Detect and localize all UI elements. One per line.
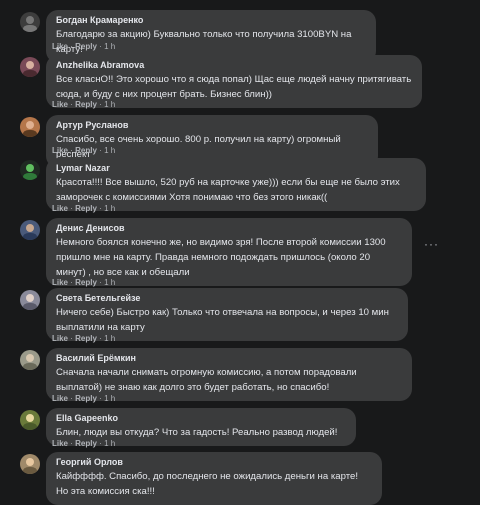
like-link[interactable]: Like bbox=[52, 439, 68, 448]
comment-author[interactable]: Lymar Nazar bbox=[56, 163, 416, 174]
comment-author[interactable]: Артур Русланов bbox=[56, 120, 368, 131]
like-link[interactable]: Like bbox=[52, 100, 68, 109]
comment-text: Сначала начали снимать огромную комиссию… bbox=[56, 367, 357, 393]
reply-link[interactable]: Reply bbox=[75, 278, 97, 287]
comment-time[interactable]: 1 h bbox=[104, 42, 115, 51]
like-link[interactable]: Like bbox=[52, 394, 68, 403]
comment-time[interactable]: 1 h bbox=[104, 146, 115, 155]
comment-time[interactable]: 1 h bbox=[104, 100, 115, 109]
comment-actions: Like · Reply · 1 h bbox=[52, 334, 116, 343]
comment-actions: Like · Reply · 1 h bbox=[52, 42, 116, 51]
comment-author[interactable]: Денис Денисов bbox=[56, 223, 402, 234]
reply-link[interactable]: Reply bbox=[75, 439, 97, 448]
like-link[interactable]: Like bbox=[52, 204, 68, 213]
like-link[interactable]: Like bbox=[52, 334, 68, 343]
comment-text: Кайфффф. Спасибо, до последнего не ожида… bbox=[56, 471, 358, 497]
comment-time[interactable]: 1 h bbox=[104, 394, 115, 403]
comment-author[interactable]: Василий Ерёмкин bbox=[56, 353, 402, 364]
comment-time[interactable]: 1 h bbox=[104, 334, 115, 343]
comment-actions: Like · Reply · 1 h bbox=[52, 146, 116, 155]
comment-bubble: Денис Денисов Немного боялся конечно же,… bbox=[46, 218, 412, 286]
comment-actions: Like · Reply · 1 h bbox=[52, 439, 116, 448]
comment-actions: Like · Reply · 1 h bbox=[52, 278, 116, 287]
reply-link[interactable]: Reply bbox=[75, 204, 97, 213]
reply-link[interactable]: Reply bbox=[75, 100, 97, 109]
reply-link[interactable]: Reply bbox=[75, 334, 97, 343]
comment-author[interactable]: Георгий Орлов bbox=[56, 457, 372, 468]
comment-text: Ничего себе) Быстро как) Только что отве… bbox=[56, 307, 389, 333]
comment-text: Все класнО!! Это хорошо что я сюда попал… bbox=[56, 74, 412, 100]
comment-author[interactable]: Богдан Крамаренко bbox=[56, 15, 366, 26]
avatar[interactable] bbox=[20, 220, 40, 240]
comment-actions: Like · Reply · 1 h bbox=[52, 394, 116, 403]
avatar[interactable] bbox=[20, 160, 40, 180]
more-options-icon[interactable]: ··· bbox=[424, 238, 439, 250]
avatar[interactable] bbox=[20, 454, 40, 474]
comment-bubble: Георгий Орлов Кайфффф. Спасибо, до после… bbox=[46, 452, 382, 505]
comment-time[interactable]: 1 h bbox=[104, 204, 115, 213]
comment-text: Блин, люди вы откуда? Что за гадость! Ре… bbox=[56, 427, 338, 438]
avatar[interactable] bbox=[20, 410, 40, 430]
reply-link[interactable]: Reply bbox=[75, 42, 97, 51]
comment-text: Красота!!!! Все вышло, 520 руб на карточ… bbox=[56, 177, 400, 203]
like-link[interactable]: Like bbox=[52, 146, 68, 155]
reply-link[interactable]: Reply bbox=[75, 146, 97, 155]
comment-author[interactable]: Света Бетельгейзе bbox=[56, 293, 398, 304]
comment-actions: Like · Reply · 1 h bbox=[52, 100, 116, 109]
avatar[interactable] bbox=[20, 12, 40, 32]
reply-link[interactable]: Reply bbox=[75, 394, 97, 403]
like-link[interactable]: Like bbox=[52, 42, 68, 51]
comment-time[interactable]: 1 h bbox=[104, 278, 115, 287]
avatar[interactable] bbox=[20, 350, 40, 370]
comment-time[interactable]: 1 h bbox=[104, 439, 115, 448]
avatar[interactable] bbox=[20, 57, 40, 77]
like-link[interactable]: Like bbox=[52, 278, 68, 287]
avatar[interactable] bbox=[20, 117, 40, 137]
comment-text: Немного боялся конечно же, но видимо зря… bbox=[56, 237, 386, 278]
comment-author[interactable]: Anzhelika Abramova bbox=[56, 60, 412, 71]
avatar[interactable] bbox=[20, 290, 40, 310]
comment-feed: Богдан Крамаренко Благодарю за акцию) Бу… bbox=[0, 0, 480, 505]
comment-actions: Like · Reply · 1 h bbox=[52, 204, 116, 213]
comment-author[interactable]: Ella Gapeenko bbox=[56, 413, 346, 424]
